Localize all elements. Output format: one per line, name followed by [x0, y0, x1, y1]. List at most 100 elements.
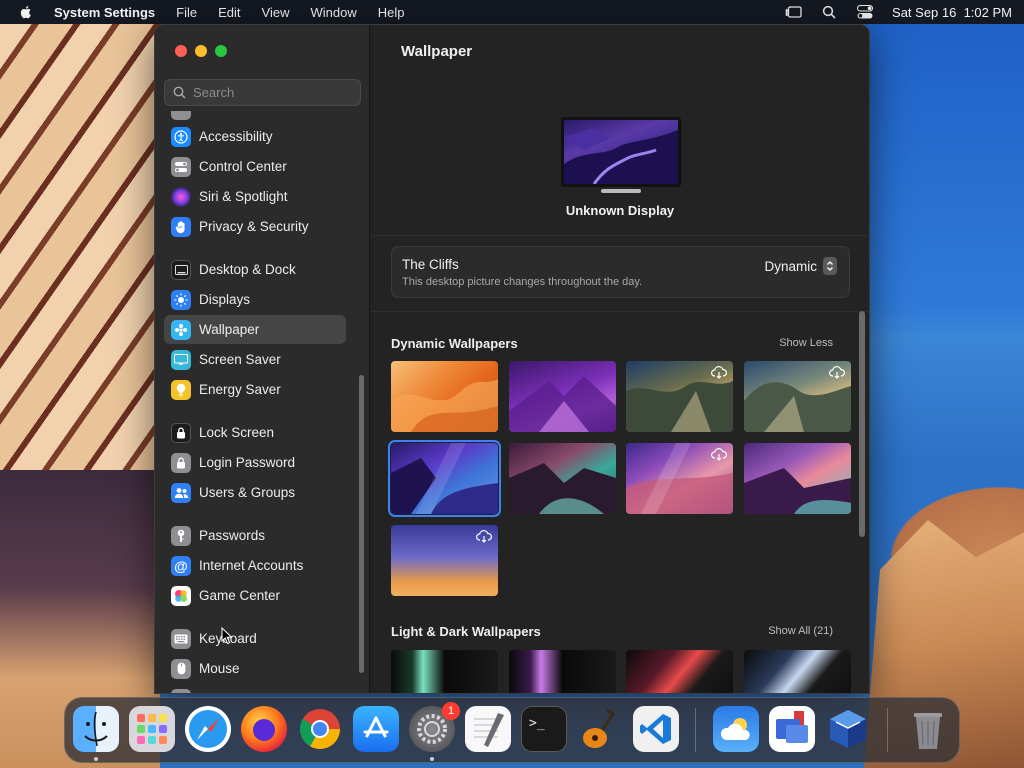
- sidebar-scrollbar[interactable]: [359, 375, 364, 673]
- menu-edit[interactable]: Edit: [218, 5, 240, 20]
- trash-icon[interactable]: [905, 706, 951, 752]
- control-center-icon: [171, 156, 191, 177]
- apple-menu-icon[interactable]: [18, 4, 34, 20]
- sidebar-item-users-groups[interactable]: Users & Groups: [164, 478, 346, 507]
- finder-running-dot: [94, 757, 98, 761]
- wallpaper-thumb-light-dark-1[interactable]: [391, 650, 498, 693]
- close-button[interactable]: [175, 45, 187, 57]
- menu-app-name[interactable]: System Settings: [54, 5, 155, 20]
- wallpaper-thumb-desert[interactable]: [626, 443, 733, 514]
- menu-window[interactable]: Window: [310, 5, 356, 20]
- vscode-icon[interactable]: [633, 706, 679, 752]
- wallpaper-thumb-coast[interactable]: [744, 443, 851, 514]
- wallpaper-mode-select[interactable]: Dynamic: [764, 257, 837, 275]
- finder-icon[interactable]: [73, 706, 119, 752]
- content-pane: Wallpaper Unknown Display The Cliffs Thi…: [371, 25, 869, 693]
- settings-running-dot: [430, 757, 434, 761]
- lock-icon: [171, 452, 191, 473]
- sidebar-item-label: Wallpaper: [199, 322, 260, 337]
- sidebar-item-displays[interactable]: Displays: [164, 285, 346, 314]
- wallpaper-thumb-ventura[interactable]: [391, 361, 498, 432]
- launchpad-icon[interactable]: [129, 706, 175, 752]
- app-store-icon[interactable]: [353, 706, 399, 752]
- cloud-download-icon[interactable]: [711, 365, 727, 379]
- dock-separator: [887, 708, 888, 752]
- sidebar-item-game-center[interactable]: Game Center: [164, 581, 346, 610]
- wallpaper-thumb-light-dark-4[interactable]: [744, 650, 851, 693]
- show-all-button[interactable]: Show All (21): [768, 625, 833, 637]
- menu-view[interactable]: View: [262, 5, 290, 20]
- sidebar-item-screen-saver[interactable]: Screen Saver: [164, 345, 346, 374]
- control-center-menu-icon[interactable]: [856, 5, 874, 19]
- wallpaper-name: The Cliffs: [402, 257, 459, 272]
- sidebar: Accessibility Control Center Siri & Spot…: [155, 25, 370, 693]
- cloud-download-icon[interactable]: [829, 365, 845, 379]
- wallpaper-thumb-gradient[interactable]: [391, 525, 498, 596]
- wallpaper-thumb-big-sur[interactable]: [626, 361, 733, 432]
- textedit-icon[interactable]: [465, 706, 511, 752]
- terminal-icon[interactable]: >_: [521, 706, 567, 752]
- sidebar-item-clipped-bottom[interactable]: [164, 684, 346, 693]
- page-title: Wallpaper: [401, 43, 473, 60]
- wallpaper-thumb-the-cliffs[interactable]: [388, 440, 501, 517]
- sidebar-item-label: Privacy & Security: [199, 219, 309, 234]
- sidebar-item-internet-accounts[interactable]: @ Internet Accounts: [164, 551, 346, 580]
- displays-icon: [171, 289, 191, 310]
- menubar-clock[interactable]: Sat Sep 16 1:02 PM: [892, 5, 1012, 20]
- content-scrollbar[interactable]: [859, 311, 865, 537]
- sidebar-item-energy-saver[interactable]: Energy Saver: [164, 375, 346, 404]
- keyboard-icon: [171, 628, 191, 649]
- system-settings-window: Accessibility Control Center Siri & Spot…: [154, 24, 870, 694]
- sidebar-item-desktop-dock[interactable]: Desktop & Dock: [164, 255, 346, 284]
- sidebar-item-lock-screen[interactable]: Lock Screen: [164, 418, 346, 447]
- screen-saver-icon: [171, 349, 191, 370]
- sidebar-item-control-center[interactable]: Control Center: [164, 152, 346, 181]
- lock-screen-icon: [171, 422, 191, 443]
- clipped-icon: [171, 111, 191, 120]
- menu-file[interactable]: File: [176, 5, 197, 20]
- cloud-download-icon[interactable]: [711, 447, 727, 461]
- at-icon: @: [171, 555, 191, 576]
- users-icon: [171, 482, 191, 503]
- sidebar-item-siri-spotlight[interactable]: Siri & Spotlight: [164, 182, 346, 211]
- minimize-button[interactable]: [195, 45, 207, 57]
- wallpaper-thumb-catalina[interactable]: [744, 361, 851, 432]
- wallpaper-thumb-monterey[interactable]: [509, 361, 616, 432]
- sidebar-item-label: Passwords: [199, 528, 266, 543]
- safari-icon[interactable]: [185, 706, 231, 752]
- virtualbox-icon[interactable]: [825, 706, 871, 752]
- wallpaper-thumb-light-dark-2[interactable]: [509, 650, 616, 693]
- wallpaper-thumb-light-dark-3[interactable]: [626, 650, 733, 693]
- sidebar-item-privacy-security[interactable]: Privacy & Security: [164, 212, 346, 241]
- sidebar-item-mouse[interactable]: Mouse: [164, 654, 346, 683]
- wallpaper-thumb-lake[interactable]: [509, 443, 616, 514]
- key-icon: [171, 525, 191, 546]
- sidebar-item-accessibility[interactable]: Accessibility: [164, 122, 346, 151]
- sidebar-item-wallpaper[interactable]: Wallpaper: [164, 315, 346, 344]
- spotlight-search-icon[interactable]: [820, 5, 838, 19]
- sidebar-item-label: Desktop & Dock: [199, 262, 296, 277]
- menu-help[interactable]: Help: [378, 5, 405, 20]
- hand-icon: [171, 216, 191, 237]
- zoom-button[interactable]: [215, 45, 227, 57]
- cloud-download-icon[interactable]: [476, 529, 492, 543]
- sidebar-item-keyboard[interactable]: Keyboard: [164, 624, 346, 653]
- firefox-icon[interactable]: [241, 706, 287, 752]
- remote-desktop-icon[interactable]: [769, 706, 815, 752]
- display-name: Unknown Display: [565, 203, 675, 218]
- chrome-icon[interactable]: [297, 706, 343, 752]
- sidebar-item-passwords[interactable]: Passwords: [164, 521, 346, 550]
- search-input[interactable]: [193, 85, 353, 100]
- sidebar-item-login-password[interactable]: Login Password: [164, 448, 346, 477]
- weather-icon[interactable]: [713, 706, 759, 752]
- search-field[interactable]: [164, 79, 361, 106]
- wallpaper-description: This desktop picture changes throughout …: [402, 276, 643, 288]
- menu-bar: System Settings File Edit View Window He…: [0, 0, 1024, 24]
- section-divider: [371, 311, 869, 312]
- show-less-button[interactable]: Show Less: [779, 337, 833, 349]
- sidebar-item-label: Login Password: [199, 455, 296, 470]
- sidebar-item-label: Accessibility: [199, 129, 273, 144]
- stage-manager-icon[interactable]: [784, 5, 802, 19]
- desktop-dock-icon: [171, 259, 191, 280]
- garageband-icon[interactable]: [577, 706, 623, 752]
